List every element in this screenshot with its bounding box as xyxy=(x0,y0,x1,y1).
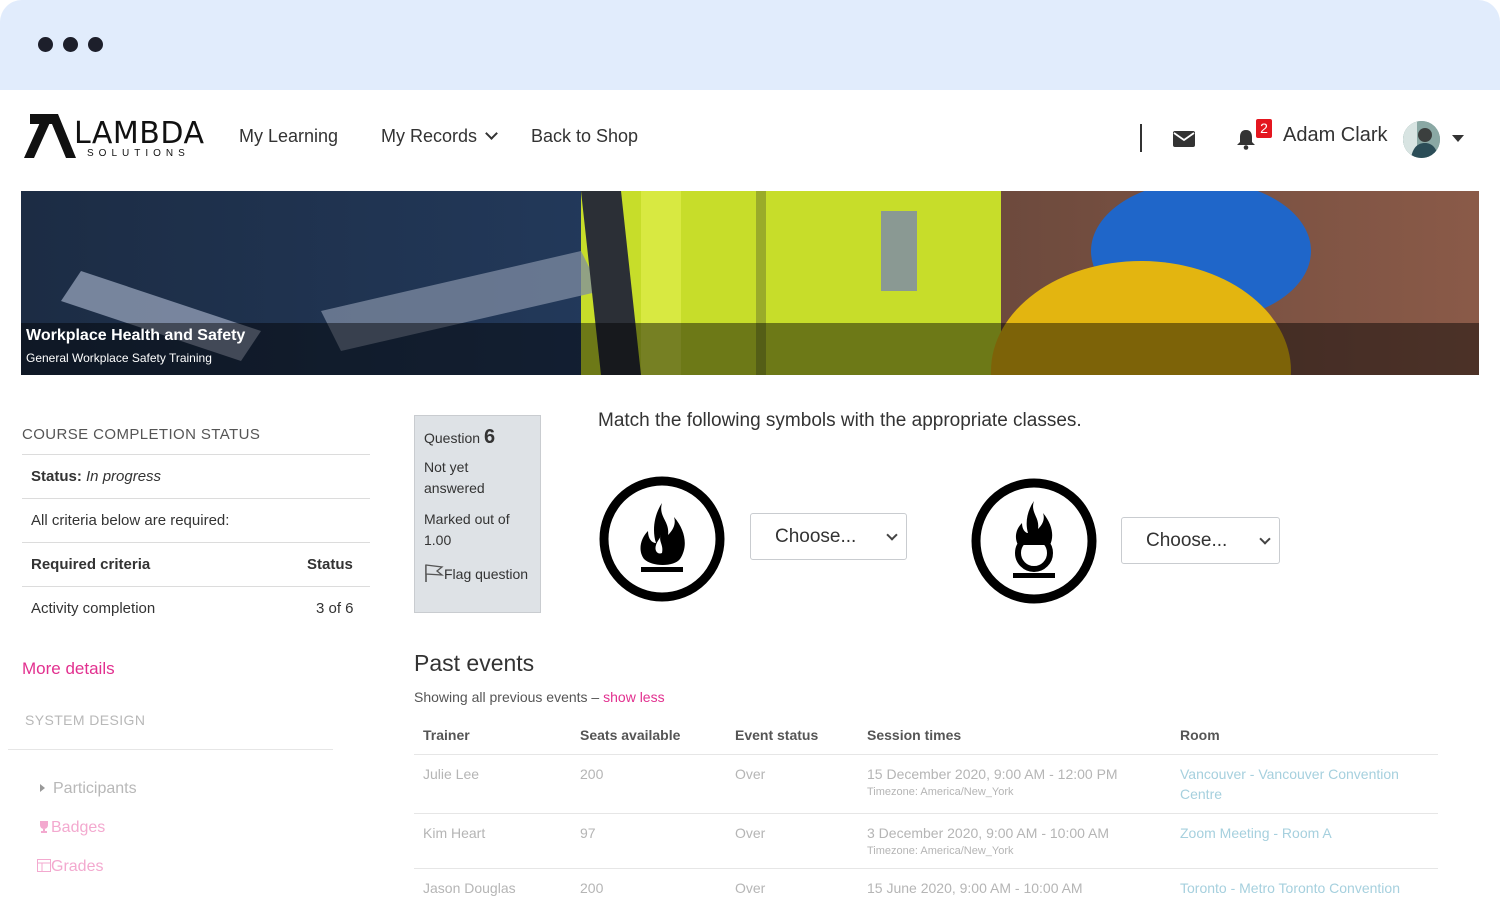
class-select-1[interactable]: Choose... xyxy=(750,513,907,560)
sidebar-item-label: Participants xyxy=(53,780,137,797)
course-banner xyxy=(21,191,1479,375)
chevron-down-icon xyxy=(886,529,898,541)
criteria-column-header: Required criteria xyxy=(31,556,151,573)
question-prompt: Match the following symbols with the app… xyxy=(598,410,1082,431)
show-less-link[interactable]: show less xyxy=(603,689,664,705)
question-number-value: 6 xyxy=(483,426,496,448)
past-events-note: Showing all previous events – xyxy=(414,689,600,705)
trophy-icon xyxy=(40,821,48,833)
flag-icon xyxy=(425,564,445,582)
sidebar-item-badges[interactable]: Badges xyxy=(37,819,105,837)
triangle-right-icon xyxy=(40,784,45,792)
criteria-row-value: 3 of 6 xyxy=(316,600,354,617)
window-control-minimize[interactable] xyxy=(63,37,78,52)
status-label: Status: xyxy=(31,468,82,485)
question-state: Not yet answered xyxy=(424,459,485,496)
avatar-image xyxy=(1403,121,1440,158)
status-value: In progress xyxy=(86,468,162,485)
notification-badge: 2 xyxy=(1256,119,1272,138)
sidebar-item-label: Badges xyxy=(51,819,106,836)
room-line-2: Centre xyxy=(1180,786,1223,802)
divider xyxy=(22,542,370,543)
room-line-1: Vancouver - Vancouver Convention xyxy=(1180,766,1399,782)
row-trainer: Jason Douglas xyxy=(423,880,516,896)
row-seats: 200 xyxy=(580,766,604,782)
criteria-row-label: Activity completion xyxy=(31,600,156,617)
more-details-link[interactable]: More details xyxy=(22,659,115,679)
user-name[interactable]: Adam Clark xyxy=(1283,124,1387,147)
column-header-room[interactable]: Room xyxy=(1180,727,1220,743)
row-timezone: Timezone: America/New_York xyxy=(867,845,1014,857)
select-value: Choose... xyxy=(1146,530,1228,551)
divider xyxy=(22,498,370,499)
question-number: Question 6 xyxy=(424,427,495,449)
row-room-link[interactable]: Vancouver - Vancouver Convention Centre xyxy=(1180,764,1399,804)
row-status: Over xyxy=(735,880,766,896)
row-seats: 97 xyxy=(580,825,596,841)
row-timezone: Timezone: America/New_York xyxy=(867,786,1014,798)
window-control-maximize[interactable] xyxy=(88,37,103,52)
oxidizer-symbol-icon xyxy=(971,478,1097,604)
row-status: Over xyxy=(735,825,766,841)
column-header-status[interactable]: Event status xyxy=(735,727,818,743)
avatar[interactable] xyxy=(1403,121,1440,158)
banner-image xyxy=(21,191,1479,375)
nav-divider xyxy=(1140,124,1142,152)
flag-question-link[interactable]: Flag question xyxy=(424,561,534,585)
sidebar-item-grades[interactable]: Grades xyxy=(37,858,103,876)
row-trainer: Julie Lee xyxy=(423,766,480,782)
course-title: Workplace Health and Safety xyxy=(26,327,246,344)
nav-my-learning[interactable]: My Learning xyxy=(239,126,338,147)
nav-back-to-shop[interactable]: Back to Shop xyxy=(531,126,638,147)
class-select-2[interactable]: Choose... xyxy=(1121,517,1280,564)
question-label: Question xyxy=(424,430,481,446)
nav-my-records[interactable]: My Records xyxy=(381,126,498,147)
divider xyxy=(414,754,1438,755)
completion-status: Status: In progress xyxy=(31,468,161,485)
sidebar-section-heading: SYSTEM DESIGN xyxy=(25,712,146,728)
sidebar-item-participants[interactable]: Participants xyxy=(40,780,137,798)
row-session-time: 3 December 2020, 9:00 AM - 10:00 AM xyxy=(867,825,1110,841)
divider xyxy=(414,868,1438,869)
brand-wordmark: LAMBDA xyxy=(74,116,205,151)
divider xyxy=(8,749,333,750)
chevron-down-icon xyxy=(1259,533,1271,545)
row-seats: 200 xyxy=(580,880,604,896)
row-trainer: Kim Heart xyxy=(423,825,486,841)
envelope-icon[interactable] xyxy=(1173,131,1195,147)
window-control-close[interactable] xyxy=(38,37,53,52)
row-room-link[interactable]: Toronto - Metro Toronto Convention xyxy=(1180,878,1400,898)
window-chrome xyxy=(0,0,1500,90)
criteria-note: All criteria below are required: xyxy=(31,512,230,529)
column-header-seats[interactable]: Seats available xyxy=(580,727,680,743)
course-subtitle: General Workplace Safety Training xyxy=(26,351,212,365)
divider xyxy=(414,813,1438,814)
status-column-header: Status xyxy=(307,556,353,573)
brand-subtitle: SOLUTIONS xyxy=(87,148,190,159)
chevron-down-icon xyxy=(485,127,498,140)
flag-label: Flag question xyxy=(444,566,529,582)
past-events-title: Past events xyxy=(414,650,535,676)
row-session-time: 15 June 2020, 9:00 AM - 10:00 AM xyxy=(867,880,1083,896)
nav-my-records-label: My Records xyxy=(381,126,478,146)
question-marks: Marked out of 1.00 xyxy=(424,511,510,548)
column-header-session-times[interactable]: Session times xyxy=(867,727,961,743)
top-navbar xyxy=(0,90,1500,190)
lambda-logo-icon xyxy=(24,114,76,158)
table-icon xyxy=(37,859,51,872)
row-session-time: 15 December 2020, 9:00 AM - 12:00 PM xyxy=(867,766,1118,782)
user-menu-caret-icon[interactable] xyxy=(1452,135,1464,142)
completion-heading: COURSE COMPLETION STATUS xyxy=(22,426,261,443)
bell-icon[interactable] xyxy=(1235,128,1257,150)
brand-logo[interactable]: LAMBDA SOLUTIONS xyxy=(24,114,204,162)
select-value: Choose... xyxy=(775,526,857,547)
divider xyxy=(22,586,370,587)
past-events-subtitle: Showing all previous events – show less xyxy=(414,689,665,705)
divider xyxy=(22,454,370,455)
flammable-symbol-icon xyxy=(599,476,725,602)
sidebar-item-label: Grades xyxy=(51,858,104,875)
row-room-link[interactable]: Zoom Meeting - Room A xyxy=(1180,823,1332,843)
row-status: Over xyxy=(735,766,766,782)
column-header-trainer[interactable]: Trainer xyxy=(423,727,470,743)
